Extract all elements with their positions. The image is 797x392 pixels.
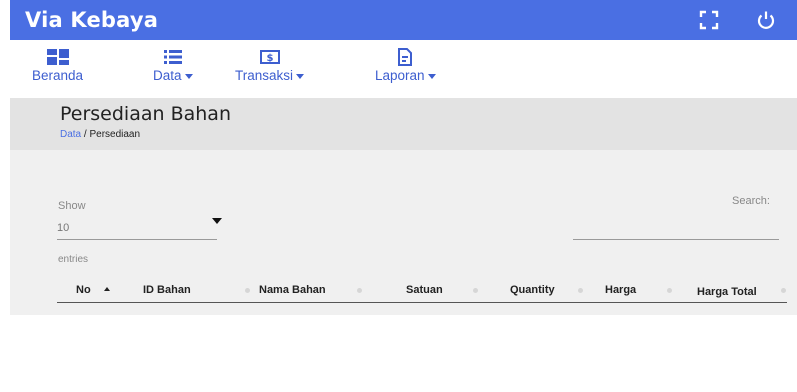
entries-label: entries bbox=[58, 254, 89, 265]
page-title: Persediaan Bahan bbox=[60, 103, 231, 125]
breadcrumb-current: Persediaan bbox=[89, 129, 141, 140]
column-header-id-bahan[interactable]: ID Bahan bbox=[143, 284, 191, 296]
document-icon bbox=[398, 48, 413, 66]
main-nav: Beranda Data $ Transaksi Laporan bbox=[10, 40, 797, 98]
nav-data[interactable]: Data bbox=[153, 48, 193, 83]
column-header-nama-bahan[interactable]: Nama Bahan bbox=[259, 284, 326, 296]
sort-icon bbox=[781, 288, 786, 293]
column-header-harga[interactable]: Harga bbox=[605, 284, 636, 296]
sort-icon bbox=[578, 288, 583, 293]
list-icon bbox=[163, 50, 182, 64]
search-input[interactable] bbox=[573, 222, 779, 240]
sort-ascending-icon bbox=[104, 287, 110, 291]
money-icon: $ bbox=[259, 50, 280, 64]
page-header: Persediaan Bahan Data / Persediaan bbox=[10, 98, 797, 150]
sort-icon bbox=[357, 288, 362, 293]
breadcrumb: Data / Persediaan bbox=[60, 129, 140, 140]
page-length-select[interactable]: 10 bbox=[57, 218, 217, 240]
nav-data-label: Data bbox=[153, 68, 182, 83]
sort-icon bbox=[473, 288, 478, 293]
nav-beranda-label: Beranda bbox=[32, 68, 84, 83]
nav-transaksi-label: Transaksi bbox=[235, 68, 294, 83]
chevron-down-icon bbox=[184, 73, 193, 79]
column-header-quantity[interactable]: Quantity bbox=[510, 284, 555, 296]
column-header-satuan[interactable]: Satuan bbox=[406, 284, 443, 296]
content-area: Show 10 entries Search: No ID Bahan Nama… bbox=[10, 150, 797, 315]
sort-icon bbox=[667, 288, 672, 293]
table-header: No ID Bahan Nama Bahan Satuan Quantity H… bbox=[57, 279, 787, 303]
nav-laporan-label: Laporan bbox=[375, 68, 425, 83]
chevron-down-icon bbox=[296, 73, 305, 79]
svg-text:$: $ bbox=[266, 53, 273, 64]
breadcrumb-link-data[interactable]: Data bbox=[60, 129, 81, 140]
app-title: Via Kebaya bbox=[25, 8, 159, 32]
dropdown-arrow-icon[interactable] bbox=[212, 218, 222, 224]
power-icon[interactable] bbox=[755, 9, 777, 31]
sort-icon bbox=[245, 288, 250, 293]
column-header-no[interactable]: No bbox=[76, 284, 91, 296]
column-header-harga-total[interactable]: Harga Total bbox=[697, 286, 757, 298]
search-label: Search: bbox=[732, 195, 770, 207]
nav-transaksi[interactable]: $ Transaksi bbox=[235, 48, 305, 83]
top-app-bar: Via Kebaya bbox=[10, 0, 797, 40]
chevron-down-icon bbox=[427, 73, 436, 79]
dashboard-icon bbox=[46, 49, 69, 65]
show-label: Show bbox=[58, 200, 86, 212]
nav-laporan[interactable]: Laporan bbox=[375, 48, 436, 83]
fullscreen-icon[interactable] bbox=[698, 9, 720, 31]
page-length-value: 10 bbox=[57, 222, 70, 234]
nav-beranda[interactable]: Beranda bbox=[32, 48, 83, 83]
